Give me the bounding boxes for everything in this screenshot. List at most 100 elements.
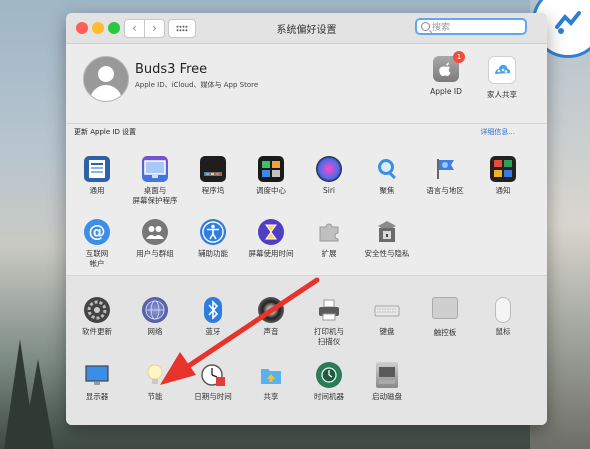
pane-label: 扩展 bbox=[321, 249, 337, 258]
pane-language-region[interactable]: 语言与地区 bbox=[416, 156, 474, 196]
pane-label: 辅助功能 bbox=[198, 249, 228, 258]
dock-icon bbox=[200, 156, 226, 182]
pane-label: 触控板 bbox=[433, 328, 457, 337]
date-time-icon bbox=[200, 362, 226, 388]
display-icon bbox=[84, 362, 110, 388]
desktop-icon bbox=[142, 156, 168, 182]
pane-label: 键盘 bbox=[379, 327, 395, 336]
search-placeholder: 搜索 bbox=[432, 23, 451, 33]
software-update-icon bbox=[84, 297, 110, 323]
pane-sharing[interactable]: 共享 bbox=[242, 362, 300, 402]
pane-label: 软件更新 bbox=[82, 327, 112, 336]
user-section: Buds3 Free Apple ID、iCloud、媒体与 App Store… bbox=[66, 43, 547, 123]
details-link[interactable]: 详细信息... bbox=[480, 127, 515, 137]
pane-label: 启动磁盘 bbox=[372, 392, 402, 401]
pane-security-privacy[interactable]: 安全性与隐私 bbox=[358, 219, 416, 259]
pane-desktop-screensaver[interactable]: 桌面与 屏幕保护程序 bbox=[126, 156, 184, 206]
sound-icon bbox=[258, 297, 284, 323]
user-subtitle: Apple ID、iCloud、媒体与 App Store bbox=[135, 81, 259, 89]
network-icon bbox=[142, 297, 168, 323]
notification-badge: 1 bbox=[453, 51, 465, 63]
family-sharing-label: 家人共享 bbox=[487, 90, 517, 99]
pane-label: 通用 bbox=[89, 186, 105, 195]
pane-label: 聚焦 bbox=[379, 186, 395, 195]
pane-bluetooth[interactable]: 蓝牙 bbox=[184, 297, 242, 337]
mouse-icon bbox=[495, 297, 511, 323]
sharing-icon bbox=[258, 362, 284, 388]
notice-text: 更新 Apple ID 设置 bbox=[74, 128, 137, 136]
pane-network[interactable]: 网络 bbox=[126, 297, 184, 337]
pane-label: 通知 bbox=[495, 186, 511, 195]
pane-software-update[interactable]: 软件更新 bbox=[68, 297, 126, 337]
apple-id-label: Apple ID bbox=[430, 87, 462, 96]
pane-internet-accounts[interactable]: @ 互联网 帐户 bbox=[68, 219, 126, 269]
system-preferences-window: ‹ › 系统偏好设置 搜索 Buds3 Free Apple ID、iCloud… bbox=[66, 13, 547, 425]
hardware-preferences-section: 软件更新 网络 蓝牙 声音 打印机与 扫描仪 键盘 触控板 鼠标 显示器 节能 … bbox=[66, 275, 547, 425]
pane-notifications[interactable]: 通知 bbox=[474, 156, 532, 196]
pane-extensions[interactable]: 扩展 bbox=[300, 219, 358, 259]
pane-date-time[interactable]: 日期与时间 bbox=[184, 362, 242, 402]
pane-dock[interactable]: 程序坞 bbox=[184, 156, 242, 196]
spotlight-icon bbox=[374, 156, 400, 182]
pane-mouse[interactable]: 鼠标 bbox=[474, 297, 532, 337]
pane-mission-control[interactable]: 调度中心 bbox=[242, 156, 300, 196]
family-sharing-icon bbox=[488, 56, 516, 84]
pane-displays[interactable]: 显示器 bbox=[68, 362, 126, 402]
startup-disk-icon bbox=[376, 362, 398, 388]
pane-printers-scanners[interactable]: 打印机与 扫描仪 bbox=[300, 297, 358, 347]
energy-saver-icon bbox=[142, 362, 168, 388]
pane-label: 日期与时间 bbox=[194, 392, 232, 401]
apple-id-notice-bar: 更新 Apple ID 设置 详细信息... bbox=[66, 123, 547, 141]
pane-label: 调度中心 bbox=[256, 186, 286, 195]
pane-accessibility[interactable]: 辅助功能 bbox=[184, 219, 242, 259]
security-icon bbox=[374, 219, 400, 245]
pane-label: 显示器 bbox=[85, 392, 109, 401]
pane-trackpad[interactable]: 触控板 bbox=[416, 297, 474, 338]
pane-label: 用户与群组 bbox=[136, 249, 174, 258]
pane-label: 安全性与隐私 bbox=[364, 249, 410, 258]
trackpad-icon bbox=[432, 297, 458, 319]
pane-startup-disk[interactable]: 启动磁盘 bbox=[358, 362, 416, 402]
personal-preferences-section: 通用 桌面与 屏幕保护程序 程序坞 调度中心 Siri 聚焦 语言与地区 通知 … bbox=[66, 140, 547, 270]
pane-label: 节能 bbox=[147, 392, 163, 401]
pane-label: 共享 bbox=[263, 392, 279, 401]
search-icon bbox=[421, 22, 430, 31]
pane-label: 语言与地区 bbox=[426, 186, 464, 195]
background-tree bbox=[22, 359, 54, 449]
pane-general[interactable]: 通用 bbox=[68, 156, 126, 196]
general-icon bbox=[84, 156, 110, 182]
time-machine-icon bbox=[316, 362, 342, 388]
pane-label: 蓝牙 bbox=[205, 327, 221, 336]
pane-label: 网络 bbox=[147, 327, 163, 336]
pane-label: Siri bbox=[322, 186, 335, 195]
printer-icon bbox=[316, 297, 342, 323]
keyboard-icon bbox=[374, 297, 400, 323]
pane-label: 互联网 帐户 bbox=[85, 249, 109, 268]
accessibility-icon bbox=[200, 219, 226, 245]
pane-label: 声音 bbox=[263, 327, 279, 336]
pane-keyboard[interactable]: 键盘 bbox=[358, 297, 416, 337]
pane-energy-saver[interactable]: 节能 bbox=[126, 362, 184, 402]
users-icon bbox=[142, 219, 168, 245]
internet-accounts-icon: @ bbox=[84, 219, 110, 245]
pane-label: 打印机与 扫描仪 bbox=[314, 327, 344, 346]
bluetooth-icon bbox=[204, 297, 222, 323]
search-input[interactable]: 搜索 bbox=[415, 18, 527, 35]
pane-time-machine[interactable]: 时间机器 bbox=[300, 362, 358, 402]
pane-sound[interactable]: 声音 bbox=[242, 297, 300, 337]
user-name: Buds3 Free bbox=[135, 62, 208, 77]
title-bar: ‹ › 系统偏好设置 搜索 bbox=[66, 13, 547, 44]
family-sharing-pane[interactable]: 家人共享 bbox=[480, 56, 524, 100]
pane-screen-time[interactable]: 屏幕使用时间 bbox=[242, 219, 300, 259]
avatar[interactable] bbox=[83, 56, 129, 102]
pane-label: 屏幕使用时间 bbox=[248, 249, 294, 258]
mission-control-icon bbox=[258, 156, 284, 182]
pane-users-groups[interactable]: 用户与群组 bbox=[126, 219, 184, 259]
pane-spotlight[interactable]: 聚焦 bbox=[358, 156, 416, 196]
notifications-icon bbox=[490, 156, 516, 182]
pane-label: 桌面与 屏幕保护程序 bbox=[132, 186, 178, 205]
apple-id-pane[interactable]: 1 Apple ID bbox=[428, 51, 465, 96]
apple-id-icon: 1 bbox=[433, 51, 465, 82]
extensions-icon bbox=[316, 219, 342, 245]
pane-siri[interactable]: Siri bbox=[300, 156, 358, 196]
